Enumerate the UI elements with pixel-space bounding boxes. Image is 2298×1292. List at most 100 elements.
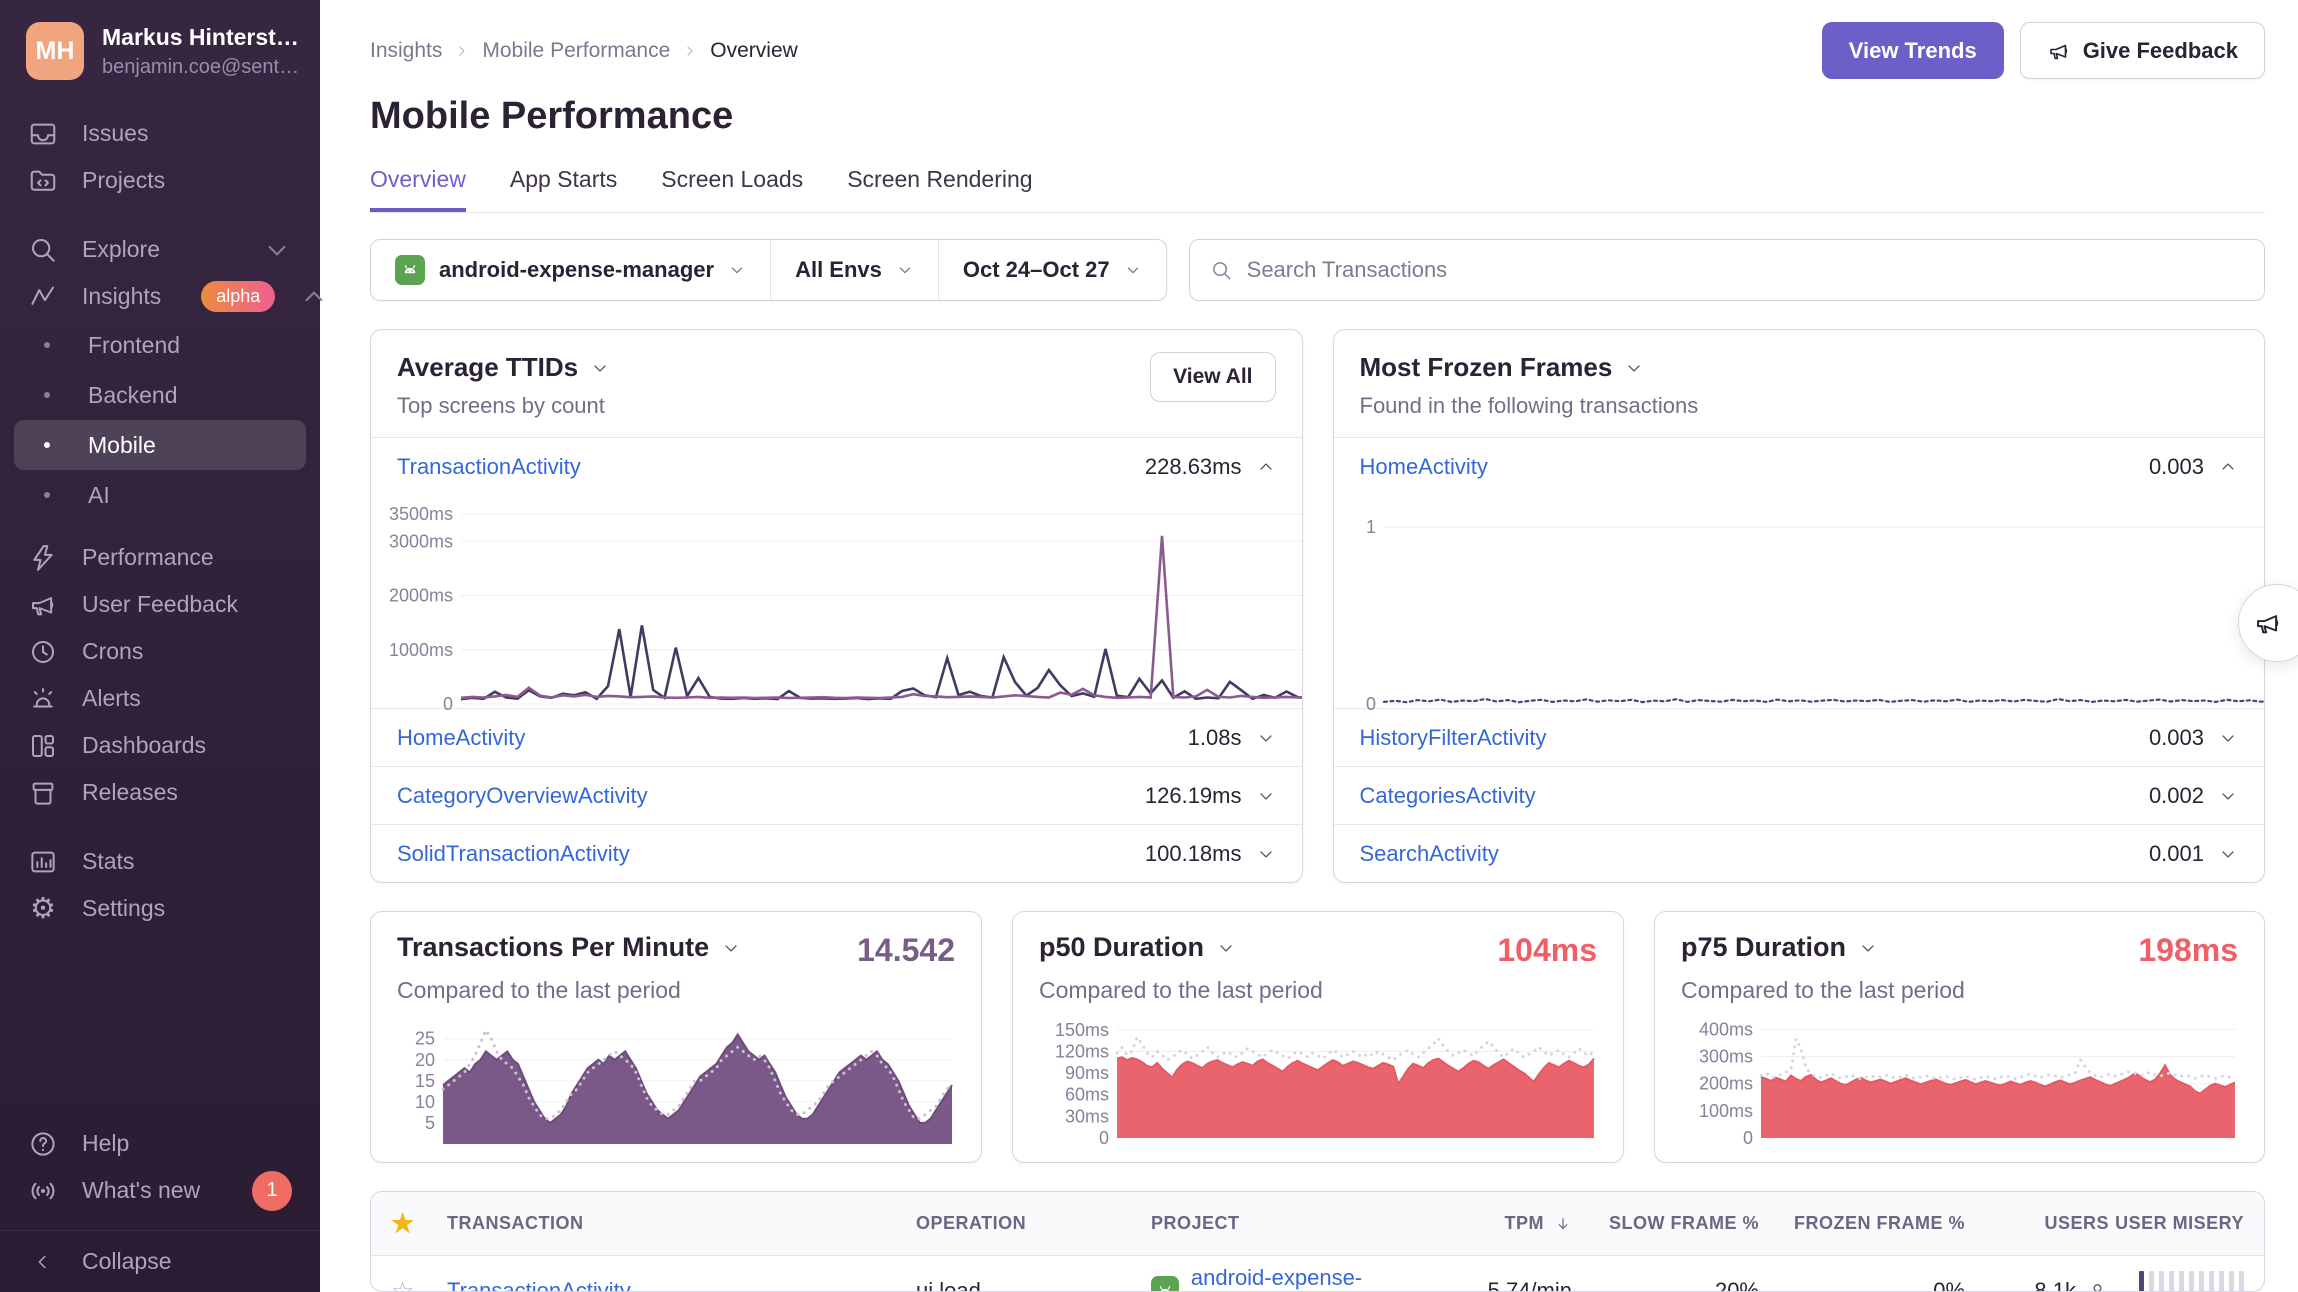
date-range-filter-dropdown[interactable]: Oct 24–Oct 27: [938, 240, 1166, 300]
svg-text:20: 20: [415, 1050, 435, 1070]
tab-screen-rendering[interactable]: Screen Rendering: [847, 166, 1032, 212]
chevron-down-icon[interactable]: [2218, 728, 2238, 748]
chevron-right-icon: [454, 43, 470, 59]
col-slow-frame: SLOW FRAME %: [1572, 1213, 1759, 1234]
chevron-down-icon[interactable]: [1256, 844, 1276, 864]
user-menu[interactable]: MH Markus Hinterst… benjamin.coe@sent…: [0, 22, 320, 80]
sort-descending-icon: [1554, 1215, 1572, 1233]
chevron-up-icon[interactable]: [1256, 457, 1276, 477]
sidebar-item-explore[interactable]: Explore: [0, 226, 320, 273]
sidebar-item-insights[interactable]: Insights alpha: [0, 273, 320, 320]
p50-subtitle: Compared to the last period: [1039, 977, 1597, 1004]
svg-text:0: 0: [443, 694, 453, 710]
chevron-left-icon: [28, 1251, 58, 1273]
search-transactions-input[interactable]: Search Transactions: [1189, 239, 2265, 301]
breadcrumb-mobile-performance[interactable]: Mobile Performance: [482, 39, 670, 63]
svg-text:3500ms: 3500ms: [389, 504, 453, 524]
transaction-link[interactable]: HomeActivity: [1360, 454, 1488, 480]
average-ttids-chart: 01000ms2000ms3000ms3500ms: [371, 496, 1302, 708]
sidebar-item-frontend[interactable]: Frontend: [0, 320, 320, 370]
project-filter-dropdown[interactable]: android-expense-manager: [371, 240, 770, 300]
sidebar-item-issues[interactable]: Issues: [0, 110, 320, 157]
svg-text:1: 1: [1365, 517, 1375, 537]
p75-duration-card: p75 Duration 198ms Compared to the last …: [1654, 911, 2265, 1163]
transaction-link[interactable]: CategoriesActivity: [1360, 783, 1536, 809]
p50-duration-card: p50 Duration 104ms Compared to the last …: [1012, 911, 1624, 1163]
transaction-link[interactable]: CategoryOverviewActivity: [397, 783, 648, 809]
sidebar-collapse-button[interactable]: Collapse: [0, 1230, 320, 1292]
table-row: ☆ TransactionActivity ui.load android-ex…: [371, 1256, 2264, 1292]
svg-text:60ms: 60ms: [1065, 1085, 1109, 1105]
frozen-row-categories-activity: CategoriesActivity 0.002: [1334, 766, 2265, 824]
transaction-link[interactable]: HomeActivity: [397, 725, 525, 751]
most-frozen-frames-subtitle: Found in the following transactions: [1360, 393, 1699, 419]
sidebar-item-projects[interactable]: Projects: [0, 157, 320, 204]
sidebar-item-releases[interactable]: Releases: [0, 769, 320, 816]
svg-text:15: 15: [415, 1071, 435, 1091]
svg-text:300ms: 300ms: [1699, 1047, 1753, 1067]
sidebar-item-backend[interactable]: Backend: [0, 370, 320, 420]
user-misery-bars: [2109, 1271, 2244, 1292]
sidebar-item-help[interactable]: Help: [0, 1120, 320, 1167]
view-trends-button[interactable]: View Trends: [1822, 22, 2004, 79]
star-icon: ★: [391, 1208, 447, 1239]
tpm-card-title[interactable]: Transactions Per Minute: [397, 932, 741, 963]
tab-overview[interactable]: Overview: [370, 166, 466, 212]
ttid-row-transaction-activity: TransactionActivity 228.63ms: [371, 438, 1302, 496]
chevron-up-icon[interactable]: [2218, 457, 2238, 477]
sidebar-item-ai[interactable]: AI: [0, 470, 320, 520]
breadcrumb-insights[interactable]: Insights: [370, 39, 442, 63]
transaction-link[interactable]: TransactionActivity: [447, 1278, 916, 1292]
p50-card-title[interactable]: p50 Duration: [1039, 932, 1236, 963]
svg-text:90ms: 90ms: [1065, 1063, 1109, 1083]
transaction-link[interactable]: SolidTransactionActivity: [397, 841, 630, 867]
slow-frame-cell: 20%: [1572, 1278, 1759, 1292]
project-cell: android-expense-manager: [1151, 1265, 1431, 1292]
sidebar-item-user-feedback[interactable]: User Feedback: [0, 581, 320, 628]
col-users: USERS: [1965, 1213, 2109, 1234]
main-content: Insights Mobile Performance Overview Vie…: [320, 0, 2298, 1292]
svg-text:120ms: 120ms: [1055, 1041, 1109, 1061]
give-feedback-button[interactable]: Give Feedback: [2020, 22, 2265, 79]
bullet-icon: [44, 342, 50, 348]
sidebar-item-dashboards[interactable]: Dashboards: [0, 722, 320, 769]
person-icon: [2086, 1280, 2109, 1292]
environment-filter-dropdown[interactable]: All Envs: [770, 240, 938, 300]
broadcast-icon: [28, 1176, 58, 1206]
chevron-down-icon[interactable]: [1256, 786, 1276, 806]
average-ttids-title[interactable]: Average TTIDs: [397, 352, 610, 383]
sidebar-item-stats[interactable]: Stats: [0, 838, 320, 885]
frozen-frame-cell: 0%: [1759, 1278, 1965, 1292]
sidebar-item-performance[interactable]: Performance: [0, 534, 320, 581]
sidebar-item-crons[interactable]: Crons: [0, 628, 320, 675]
chevron-down-icon: [1216, 938, 1236, 958]
tab-bar: Overview App Starts Screen Loads Screen …: [370, 166, 2265, 213]
svg-text:0: 0: [1743, 1128, 1753, 1148]
table-header-row: ★ TRANSACTION OPERATION PROJECT TPM SLOW…: [371, 1192, 2264, 1256]
p75-duration-chart: 0100ms200ms300ms400ms: [1681, 1016, 2238, 1148]
project-link[interactable]: android-expense-manager: [1191, 1265, 1431, 1292]
sidebar-item-settings[interactable]: ⚙ Settings: [0, 885, 320, 932]
chevron-down-icon[interactable]: [1256, 728, 1276, 748]
inbox-icon: [28, 119, 58, 149]
transaction-link[interactable]: HistoryFilterActivity: [1360, 725, 1547, 751]
transaction-link[interactable]: SearchActivity: [1360, 841, 1499, 867]
most-frozen-frames-title[interactable]: Most Frozen Frames: [1360, 352, 1699, 383]
favorite-star-icon[interactable]: ☆: [391, 1276, 447, 1292]
operation-cell: ui.load: [916, 1278, 1151, 1292]
chevron-down-icon[interactable]: [2218, 786, 2238, 806]
tab-screen-loads[interactable]: Screen Loads: [661, 166, 803, 212]
page-title: Mobile Performance: [370, 95, 2265, 138]
sidebar-item-whats-new[interactable]: What's new 1: [0, 1167, 320, 1214]
chevron-down-icon[interactable]: [2218, 844, 2238, 864]
chevron-down-icon: [721, 938, 741, 958]
transaction-link[interactable]: TransactionActivity: [397, 454, 581, 480]
search-icon: [1210, 259, 1233, 282]
view-all-button[interactable]: View All: [1150, 352, 1275, 402]
tab-app-starts[interactable]: App Starts: [510, 166, 617, 212]
sidebar-item-mobile[interactable]: Mobile: [14, 420, 306, 470]
p75-card-title[interactable]: p75 Duration: [1681, 932, 1878, 963]
sidebar-item-alerts[interactable]: Alerts: [0, 675, 320, 722]
col-tpm-sort[interactable]: TPM: [1431, 1213, 1572, 1234]
alpha-badge: alpha: [201, 281, 275, 312]
